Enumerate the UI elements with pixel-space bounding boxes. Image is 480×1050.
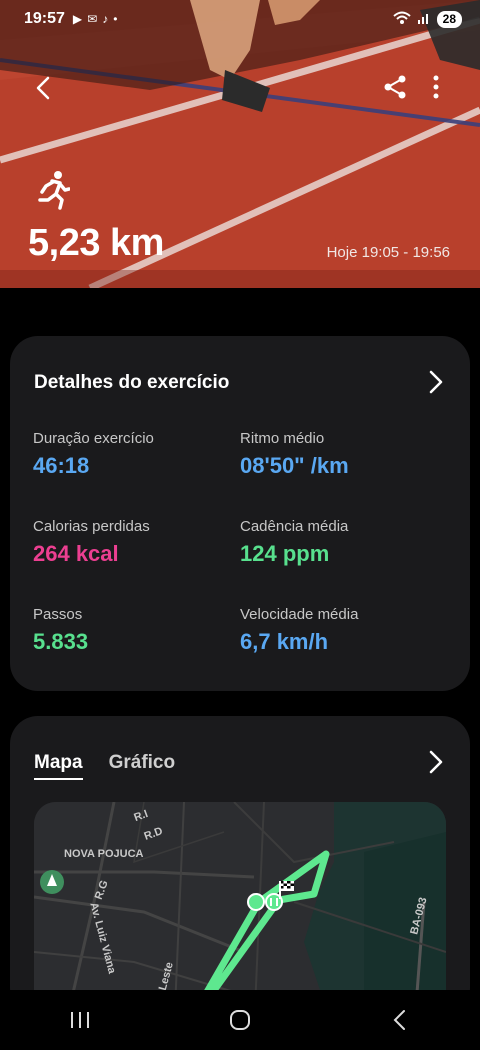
stat-speed: Velocidade média 6,7 km/h (240, 606, 358, 655)
location-pin-icon (40, 870, 64, 894)
notification-icon: ✉ (87, 12, 98, 26)
back-icon (393, 1010, 405, 1030)
share-icon[interactable] (382, 74, 408, 100)
stat-duration: Duração exercício 46:18 (33, 430, 154, 479)
status-bar: 19:57 ▶ ✉ ♪ • 28 (24, 8, 462, 30)
tab-mapa[interactable]: Mapa (34, 752, 83, 780)
home-button[interactable] (220, 1000, 260, 1040)
signal-icon (417, 11, 431, 28)
stat-value: 264 kcal (33, 541, 119, 566)
tab-grafico[interactable]: Gráfico (109, 752, 176, 780)
recent-apps-icon (71, 1012, 89, 1028)
exercise-details-card[interactable]: Detalhes do exercício Duração exercício … (10, 336, 470, 691)
battery-indicator: 28 (436, 10, 462, 28)
stat-value: 124 ppm (240, 541, 330, 566)
finish-flag-icon (279, 881, 294, 899)
route-path (189, 850, 330, 1016)
stat-value: 6,7 km/h (240, 629, 329, 654)
hero-banner: 19:57 ▶ ✉ ♪ • 28 5,23 km Hoje 19:05 - 19… (0, 0, 480, 288)
distance-value: 5,23 km (28, 222, 164, 264)
stat-calories: Calorias perdidas 264 kcal (33, 518, 150, 567)
stat-label: Ritmo médio (240, 430, 325, 447)
tiktok-icon: ♪ (102, 12, 109, 26)
time-range: Hoje 19:05 - 19:56 (326, 244, 450, 261)
stat-steps: Passos 5.833 (33, 606, 88, 655)
stat-pace: Ritmo médio 08'50" /km (240, 430, 349, 479)
running-icon (38, 171, 70, 210)
system-nav-bar (0, 990, 480, 1050)
chevron-right-icon[interactable] (428, 370, 444, 394)
dot-icon: • (113, 12, 118, 26)
stat-label: Cadência média (240, 518, 349, 535)
map-tabs: Mapa Gráfico (34, 752, 175, 780)
stat-label: Duração exercício (33, 430, 154, 447)
stat-value: 08'50" /km (240, 453, 349, 478)
wifi-icon (392, 11, 411, 28)
more-options-icon[interactable] (428, 74, 444, 100)
recent-apps-button[interactable] (60, 1000, 100, 1040)
map-card: Mapa Gráfico R.I R.D NOVA POJUCA R.G Av.… (10, 716, 470, 1016)
route-map[interactable]: R.I R.D NOVA POJUCA R.G Av. Luiz Viana d… (34, 802, 446, 1016)
youtube-icon: ▶ (72, 12, 83, 26)
card-title: Detalhes do exercício (34, 372, 230, 393)
stat-value: 46:18 (33, 453, 90, 478)
start-point-icon (247, 893, 265, 911)
stat-label: Calorias perdidas (33, 518, 150, 535)
status-time: 19:57 (24, 10, 65, 27)
stat-label: Velocidade média (240, 606, 359, 623)
stat-value: 5.833 (33, 629, 89, 654)
stat-cadence: Cadência média 124 ppm (240, 518, 348, 567)
chevron-right-icon[interactable] (428, 750, 444, 774)
stat-label: Passos (33, 606, 83, 623)
back-button[interactable] (380, 1000, 420, 1040)
home-icon (230, 1010, 250, 1030)
back-arrow-icon[interactable] (30, 74, 58, 102)
